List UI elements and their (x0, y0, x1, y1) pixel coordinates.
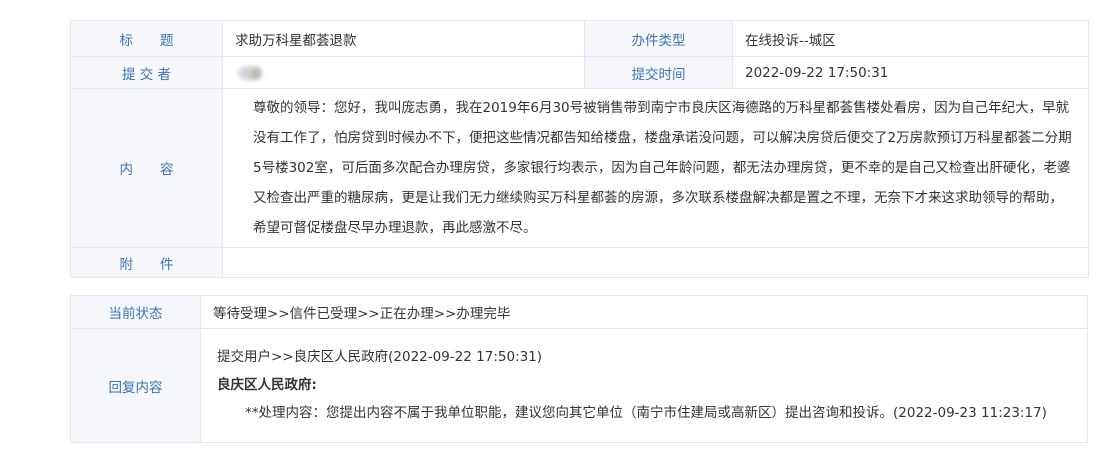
blurred-submitter-name (237, 64, 263, 81)
reply-label: 回复内容 (70, 328, 201, 443)
title-value: 求助万科星都荟退款 (222, 20, 585, 57)
status-label: 当前状态 (70, 295, 201, 329)
attachment-label: 附 件 (70, 247, 223, 278)
attachment-value (222, 247, 1089, 278)
submit-time-value: 2022-09-22 17:50:31 (732, 56, 1089, 89)
submitter-label: 提 交 者 (70, 56, 223, 89)
type-label: 办件类型 (584, 20, 733, 57)
petition-details-table: 标 题 求助万科星都荟退款 办件类型 在线投诉--城区 提 交 者 提交时间 2… (70, 20, 1089, 278)
status-value: 等待受理>>信件已受理>>正在办理>>办理完毕 (200, 295, 1088, 329)
submitter-value (222, 56, 585, 89)
status-reply-table: 当前状态 等待受理>>信件已受理>>正在办理>>办理完毕 回复内容 提交用户>>… (70, 295, 1088, 443)
content-value: 尊敬的领导：您好，我叫庞志勇，我在2019年6月30号被销售带到南宁市良庆区海德… (222, 88, 1089, 248)
type-value: 在线投诉--城区 (732, 20, 1089, 57)
reply-content: 提交用户>>良庆区人民政府(2022-09-22 17:50:31) 良庆区人民… (200, 328, 1088, 443)
reply-org: 良庆区人民政府: (217, 376, 317, 393)
reply-body: **处理内容：您提出内容不属于我单位职能，建议您向其它单位（南宁市住建局或高新区… (245, 404, 1047, 421)
title-label: 标 题 (70, 20, 223, 57)
reply-route: 提交用户>>良庆区人民政府(2022-09-22 17:50:31) (217, 348, 543, 365)
content-label: 内 容 (70, 88, 223, 248)
submit-time-label: 提交时间 (584, 56, 733, 89)
